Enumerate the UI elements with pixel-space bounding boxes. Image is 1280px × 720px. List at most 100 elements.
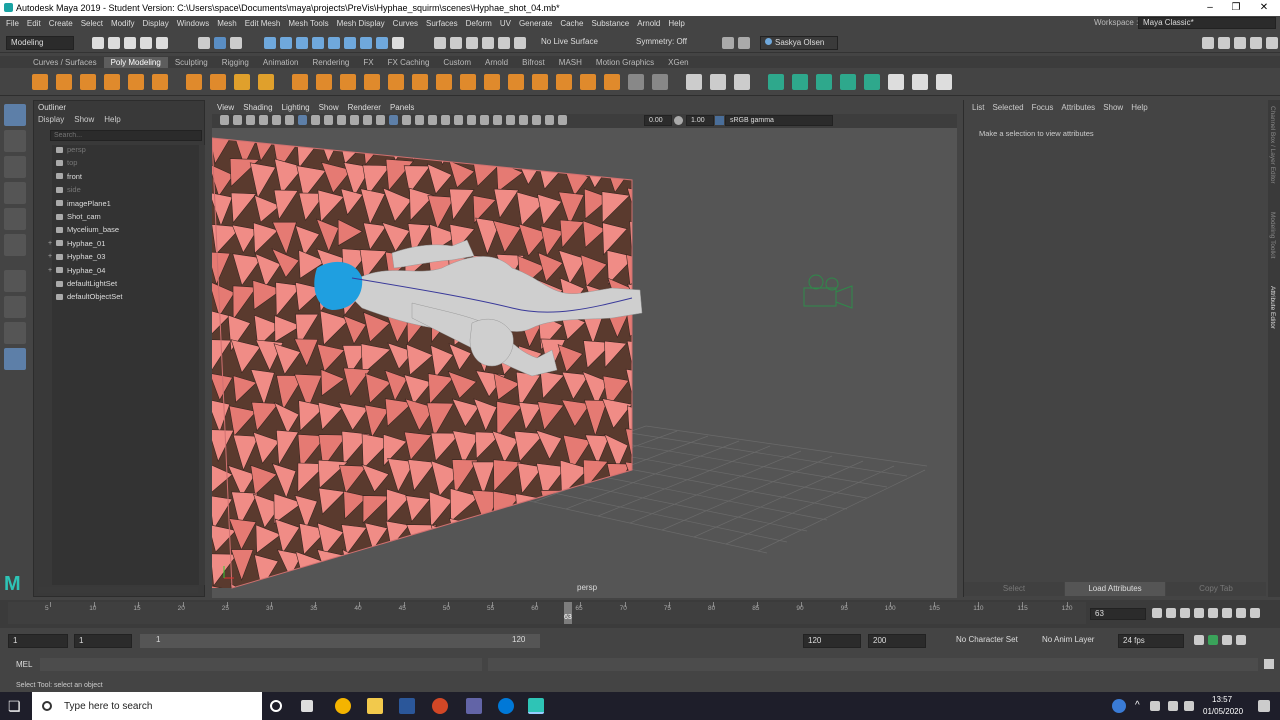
uv-unfold-icon[interactable] — [864, 73, 880, 90]
edge-icon[interactable] — [498, 698, 514, 714]
combine-icon[interactable] — [292, 73, 308, 90]
uv-layout-icon[interactable] — [912, 73, 928, 90]
shelf-tab-rigging[interactable]: Rigging — [215, 57, 256, 68]
menu-mesh-display[interactable]: Mesh Display — [337, 19, 385, 28]
outliner-menu-help[interactable]: Help — [104, 115, 120, 124]
single-view-layout-icon[interactable] — [4, 270, 26, 292]
shelf-tab-sculpting[interactable]: Sculpting — [168, 57, 215, 68]
cortana-icon[interactable] — [270, 700, 282, 712]
outliner-item[interactable]: top — [56, 158, 77, 167]
outliner-item[interactable]: Shot_cam — [56, 212, 101, 221]
shelf-tab-mash[interactable]: MASH — [552, 57, 589, 68]
menu-file[interactable]: File — [6, 19, 19, 28]
range-bar[interactable]: 1 120 — [140, 634, 540, 648]
clock-date[interactable]: 01/05/2020 — [1203, 707, 1243, 716]
shelf-tab-custom[interactable]: Custom — [436, 57, 478, 68]
lock-icon[interactable] — [392, 37, 404, 49]
mask-deform-icon[interactable] — [328, 37, 340, 49]
backface-culling-icon[interactable] — [545, 115, 554, 125]
save-scene-icon[interactable] — [124, 37, 136, 49]
tab-channel-box[interactable]: Channel Box / Layer Editor — [1269, 106, 1276, 184]
step-forward-frame-icon[interactable] — [1222, 608, 1232, 618]
platonic-solid-icon[interactable] — [210, 73, 226, 90]
shelf-tab-arnold[interactable]: Arnold — [478, 57, 515, 68]
shelf-tab-xgen[interactable]: XGen — [661, 57, 695, 68]
menu-mesh-tools[interactable]: Mesh Tools — [288, 19, 328, 28]
viewport-3d[interactable]: persp — [212, 128, 957, 598]
two-d-pan-icon[interactable] — [272, 115, 281, 125]
anim-prefs-icon[interactable] — [1222, 635, 1232, 645]
poly-cylinder-icon[interactable] — [80, 73, 96, 90]
xray-icon[interactable] — [519, 115, 528, 125]
mask-dynamic-icon[interactable] — [344, 37, 356, 49]
poly-torus-icon[interactable] — [128, 73, 144, 90]
snap-view-icon[interactable] — [482, 37, 494, 49]
lights-icon[interactable] — [428, 115, 437, 125]
windows-start-icon[interactable]: ❏ — [8, 698, 24, 714]
fps-dropdown[interactable]: 24 fps — [1118, 634, 1184, 648]
boolean-icon[interactable] — [364, 73, 380, 90]
wireframe-icon[interactable] — [376, 115, 385, 125]
shelf-tab-poly-modeling[interactable]: Poly Modeling — [103, 56, 168, 68]
outliner-menu-show[interactable]: Show — [74, 115, 94, 124]
uv-cylindrical-icon[interactable] — [792, 73, 808, 90]
channel-box-icon[interactable] — [1250, 37, 1262, 49]
outliner-item[interactable]: + Hyphae_04 — [48, 266, 105, 275]
bookmark-icon[interactable] — [246, 115, 255, 125]
outliner-layout-icon[interactable] — [4, 348, 26, 370]
time-ruler[interactable]: 5 10 15 20 25 30 35 40 45 50 55 60 65 70 75 80 85 90 95 100… — [8, 602, 1086, 624]
end-time-field[interactable]: 200 — [868, 634, 926, 648]
bevel-icon[interactable] — [484, 73, 500, 90]
start-time-field[interactable]: 1 — [8, 634, 68, 648]
shelf-tab-fx-caching[interactable]: FX Caching — [381, 57, 437, 68]
expand-icon[interactable]: + — [48, 267, 52, 274]
shelf-tab-fx[interactable]: FX — [356, 57, 380, 68]
time-slider[interactable]: 5 10 15 20 25 30 35 40 45 50 55 60 65 70 75 80 85 90 95 100… — [0, 600, 1280, 628]
viewport-menu-view[interactable]: View — [217, 103, 234, 112]
xray-joints-icon[interactable] — [532, 115, 541, 125]
shelf-tab-rendering[interactable]: Rendering — [305, 57, 356, 68]
auto-key-icon[interactable] — [1208, 635, 1218, 645]
shadows-icon[interactable] — [441, 115, 450, 125]
type-tool-icon[interactable] — [234, 73, 250, 90]
outliner-item[interactable]: defaultObjectSet — [56, 292, 122, 301]
scale-tool-icon[interactable] — [4, 234, 26, 256]
tab-modeling-toolkit[interactable]: Modeling Toolkit — [1269, 212, 1276, 259]
viewport-menu-panels[interactable]: Panels — [390, 103, 414, 112]
battery-icon[interactable] — [1184, 701, 1194, 711]
poly-plane-icon[interactable] — [152, 73, 168, 90]
uv-editor-icon[interactable] — [888, 73, 904, 90]
expand-icon[interactable]: + — [48, 253, 52, 260]
snap-curve-icon[interactable] — [450, 37, 462, 49]
image-plane-icon[interactable] — [259, 115, 268, 125]
outliner-item[interactable]: + Hyphae_03 — [48, 252, 105, 261]
depth-of-field-icon[interactable] — [493, 115, 502, 125]
menu-surfaces[interactable]: Surfaces — [426, 19, 458, 28]
loop-icon[interactable] — [1194, 635, 1204, 645]
shelf-tab-bifrost[interactable]: Bifrost — [515, 57, 552, 68]
menu-cache[interactable]: Cache — [560, 19, 583, 28]
outliner-scrollbar[interactable] — [199, 145, 205, 585]
film-gate-icon[interactable] — [311, 115, 320, 125]
bridge-icon[interactable] — [460, 73, 476, 90]
playback-start-field[interactable]: 1 — [74, 634, 132, 648]
merge-icon[interactable] — [532, 73, 548, 90]
two-view-layout-icon[interactable] — [4, 322, 26, 344]
select-object-icon[interactable] — [214, 37, 226, 49]
anim-layer-dropdown[interactable]: No Anim Layer — [1038, 634, 1110, 648]
poly-disc-icon[interactable] — [186, 73, 202, 90]
four-view-layout-icon[interactable] — [4, 296, 26, 318]
sound-icon[interactable] — [1236, 635, 1246, 645]
snap-surface-icon[interactable] — [498, 37, 510, 49]
tray-chevron-icon[interactable]: ^ — [1135, 700, 1151, 716]
offset-loop-icon[interactable] — [734, 73, 750, 90]
menu-edit[interactable]: Edit — [27, 19, 41, 28]
anti-aliasing-icon[interactable] — [480, 115, 489, 125]
poly-sphere-icon[interactable] — [32, 73, 48, 90]
menu-help[interactable]: Help — [668, 19, 684, 28]
select-camera-icon[interactable] — [220, 115, 229, 125]
menu-select[interactable]: Select — [81, 19, 103, 28]
ambient-occlusion-icon[interactable] — [454, 115, 463, 125]
separate-icon[interactable] — [316, 73, 332, 90]
paint-select-tool-icon[interactable] — [4, 156, 26, 178]
